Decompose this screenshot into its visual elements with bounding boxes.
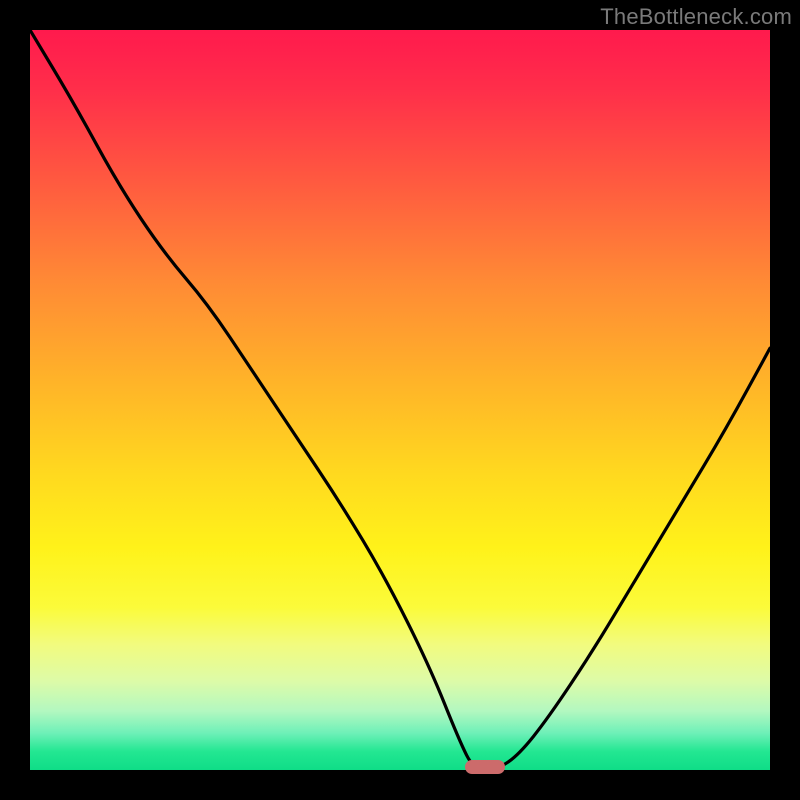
curve-path [30, 30, 770, 770]
bottleneck-curve [30, 30, 770, 770]
plot-area [30, 30, 770, 770]
optimal-marker [465, 760, 505, 774]
watermark-text: TheBottleneck.com [600, 4, 792, 30]
chart-frame: TheBottleneck.com [0, 0, 800, 800]
